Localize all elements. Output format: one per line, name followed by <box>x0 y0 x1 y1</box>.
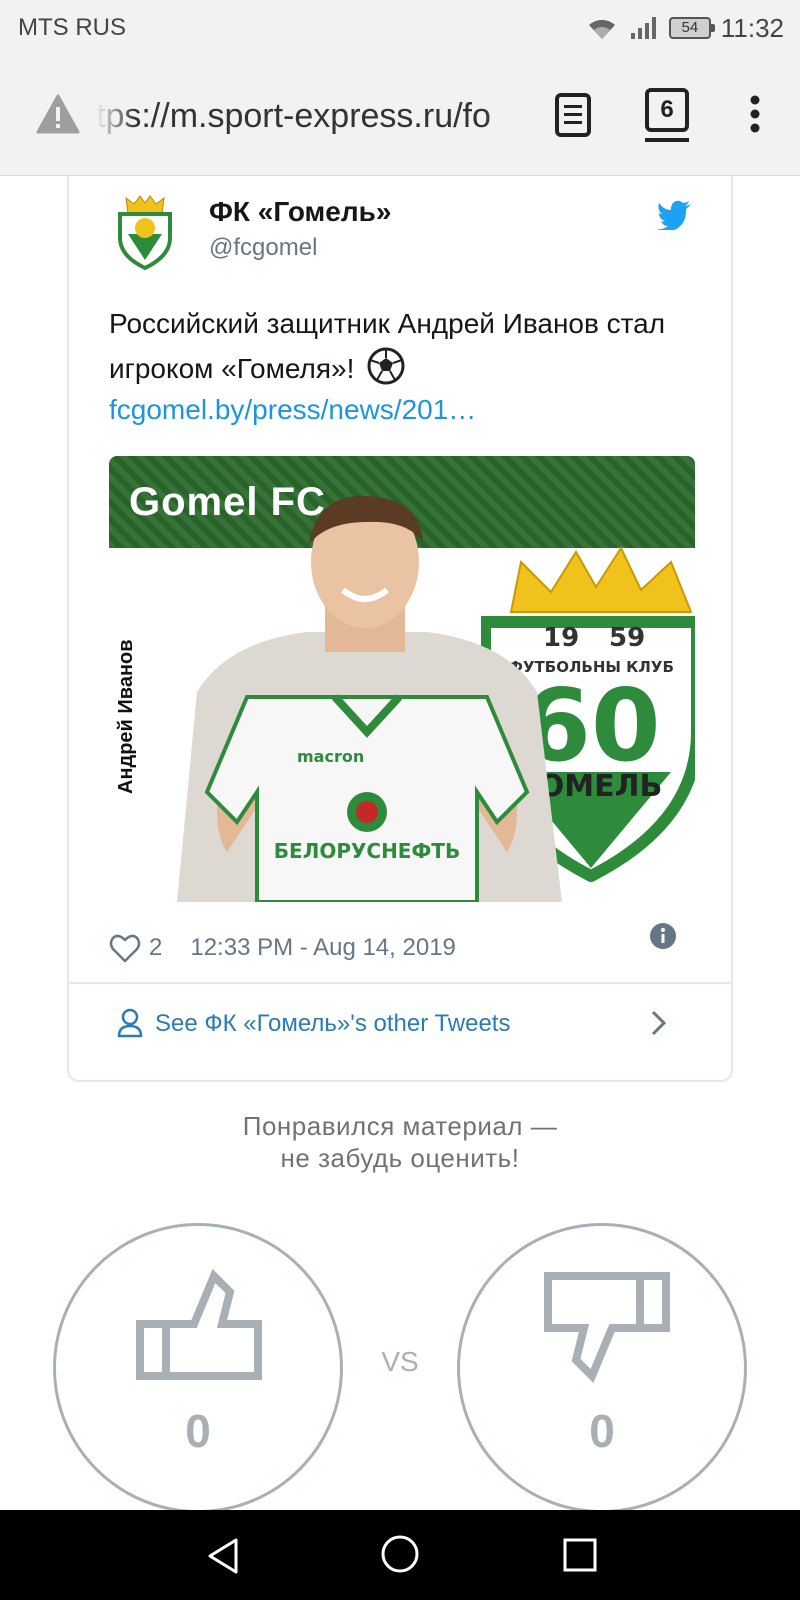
system-navigation-bar <box>0 1510 800 1600</box>
like-vote-button[interactable]: 0 <box>53 1223 343 1513</box>
dislike-vote-button[interactable]: 0 <box>457 1223 747 1513</box>
status-icons: 54 11:32 <box>585 12 784 44</box>
tweet-text: Российский защитник Андрей Иванов стал и… <box>109 302 699 391</box>
crest-year-right: 59 <box>609 623 645 653</box>
like-count: 2 <box>149 934 163 961</box>
twitter-bird-icon[interactable] <box>656 200 692 230</box>
warning-icon[interactable] <box>36 94 80 134</box>
address-bar[interactable]: tps://m.sport-express.ru/fo <box>96 94 526 138</box>
rating-prompt-line2: не забудь оценить! <box>280 1143 520 1173</box>
thumbs-up-icon <box>136 1268 262 1380</box>
signal-icon <box>630 17 656 39</box>
see-other-tweets-link[interactable]: See ФК «Гомель»'s other Tweets <box>69 984 731 1064</box>
carrier-name: MTS RUS <box>18 14 126 41</box>
tabs-button[interactable]: 6 <box>645 88 689 132</box>
wifi-icon <box>588 19 615 39</box>
tweet-author-handle[interactable]: @fcgomel <box>209 234 317 262</box>
dislike-count-value: 0 <box>589 1405 615 1457</box>
tweet-author-name[interactable]: ФК «Гомель» <box>209 196 391 228</box>
soccer-ball-icon <box>367 347 405 385</box>
person-icon <box>117 1008 143 1038</box>
tweet-link[interactable]: fcgomel.by/press/news/201… <box>109 388 476 432</box>
info-icon[interactable] <box>649 922 677 950</box>
heart-icon[interactable] <box>109 933 141 963</box>
versus-label: VS <box>381 1346 419 1377</box>
tweet-image[interactable]: Gomel FC Андрей Иванов 19 59 ФУТБОЛЬНЫ К… <box>109 456 695 902</box>
tweet-timestamp[interactable]: 12:33 PM - Aug 14, 2019 <box>190 934 456 962</box>
rating-prompt-line1: Понравился материал — <box>242 1111 558 1141</box>
url-text: tps://m.sport-express.ru/fo <box>96 97 491 135</box>
rating-prompt: Понравился материал — не забудь оценить! <box>0 1110 800 1174</box>
club-avatar[interactable] <box>114 194 176 270</box>
reader-mode-icon[interactable] <box>554 92 592 138</box>
player-name-vertical: Андрей Иванов <box>115 639 137 794</box>
player-photo: БЕЛОРУСНЕФТЬ macron <box>177 495 562 902</box>
thumbs-down-icon <box>544 1272 670 1384</box>
browser-toolbar: tps://m.sport-express.ru/fo 6 <box>0 56 800 176</box>
status-clock: 11:32 <box>720 12 784 43</box>
embedded-tweet: ФК «Гомель» @fcgomel Российский защитник… <box>67 176 733 1082</box>
see-other-tweets-label: See ФК «Гомель»'s other Tweets <box>155 1010 511 1037</box>
shirt-brand: macron <box>297 747 364 766</box>
like-count-value: 0 <box>185 1405 211 1457</box>
battery-indicator: 54 <box>668 17 715 39</box>
overflow-menu-icon[interactable] <box>740 92 770 136</box>
back-icon[interactable] <box>204 1536 242 1576</box>
shirt-sponsor: БЕЛОРУСНЕФТЬ <box>274 839 460 863</box>
tweet-meta: 2 12:33 PM - Aug 14, 2019 <box>109 928 456 968</box>
status-bar: MTS RUS 54 11:32 <box>0 0 800 56</box>
recent-apps-icon[interactable] <box>562 1537 598 1573</box>
chevron-right-icon <box>651 1010 667 1036</box>
home-icon[interactable] <box>380 1534 420 1574</box>
